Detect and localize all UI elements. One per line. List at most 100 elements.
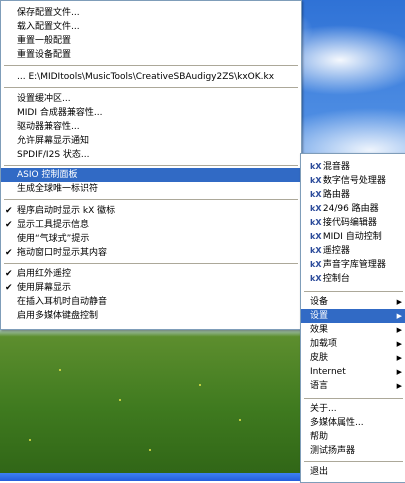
asio-control-panel-item[interactable]: ASIO 控制面板 (1, 168, 301, 182)
router-2496-item[interactable]: kX 24/96 路由器 (301, 202, 405, 216)
separator (304, 398, 403, 399)
separator (4, 165, 298, 166)
submenu-arrow-icon: ▶ (396, 326, 402, 334)
use-osd-item[interactable]: ✔ 使用屏幕显示 (1, 281, 301, 295)
addons-menu[interactable]: 加载项 ▶ (301, 337, 405, 351)
show-kx-logo-label: 程序启动时显示 kX 徽标 (17, 206, 116, 216)
settings-menu[interactable]: 设置 ▶ (301, 309, 405, 323)
save-config-item[interactable]: 保存配置文件... (1, 6, 301, 20)
dsp-item[interactable]: kX 数字信号处理器 (301, 174, 405, 188)
taskbar (0, 473, 300, 481)
recent-config-file-item[interactable]: ... E:\MIDItools\MusicTools\CreativeSBAu… (1, 70, 301, 84)
allow-osd-notify-item[interactable]: 允许屏幕显示通知 (1, 134, 301, 148)
console-item[interactable]: kX 控制台 (301, 272, 405, 286)
enable-ir-remote-label: 启用红外遥控 (17, 269, 72, 279)
multimedia-keyboard-label: 启用多媒体键盘控制 (17, 311, 99, 321)
driver-compat-item[interactable]: 驱动器兼容性... (1, 120, 301, 134)
separator (4, 199, 298, 200)
reset-general-config-item[interactable]: 重置一般配置 (1, 34, 301, 48)
separator (304, 291, 403, 292)
remote-control-item[interactable]: kX 遥控器 (301, 244, 405, 258)
checkmark-icon: ✔ (5, 220, 13, 230)
mixer-item[interactable]: kX 混音器 (301, 160, 405, 174)
checkmark-icon: ✔ (5, 206, 13, 216)
show-tooltips-label: 显示工具提示信息 (17, 220, 90, 230)
separator (4, 65, 298, 66)
kx-icon: kX (310, 260, 322, 269)
test-speakers-label: 测试扬声器 (310, 446, 356, 456)
skins-menu[interactable]: 皮肤 ▶ (301, 351, 405, 365)
balloon-tips-label: 使用“气球式”提示 (17, 234, 90, 244)
about-item[interactable]: 关于... (301, 402, 405, 416)
help-item[interactable]: 帮助 (301, 430, 405, 444)
language-menu[interactable]: 语言 ▶ (301, 379, 405, 393)
buffer-settings-item[interactable]: 设置缓冲区... (1, 92, 301, 106)
exit-item[interactable]: 退出 (301, 465, 405, 479)
internet-label: Internet (310, 367, 346, 377)
spdif-i2s-status-item[interactable]: SPDIF/I2S 状态... (1, 148, 301, 162)
generate-guid-label: 生成全球唯一标识符 (17, 184, 99, 194)
reset-device-config-item[interactable]: 重置设备配置 (1, 48, 301, 62)
submenu-arrow-icon: ▶ (396, 298, 402, 306)
code-editor-item[interactable]: kX 接代码编辑器 (301, 216, 405, 230)
kx-icon: kX (310, 190, 322, 199)
checkmark-icon: ✔ (5, 283, 13, 293)
show-tooltips-item[interactable]: ✔ 显示工具提示信息 (1, 218, 301, 232)
drag-show-contents-label: 拖动窗口时显示其内容 (17, 248, 108, 258)
driver-compat-label: 驱动器兼容性... (17, 122, 80, 132)
submenu-arrow-icon: ▶ (396, 382, 402, 390)
save-config-label: 保存配置文件... (17, 8, 80, 18)
checkmark-icon: ✔ (5, 248, 13, 258)
separator (304, 461, 403, 462)
test-speakers-item[interactable]: 测试扬声器 (301, 444, 405, 458)
balloon-tips-item[interactable]: 使用“气球式”提示 (1, 232, 301, 246)
about-label: 关于... (310, 404, 337, 414)
recent-config-file-label: ... E:\MIDItools\MusicTools\CreativeSBAu… (17, 72, 275, 82)
kx-icon: kX (310, 162, 322, 171)
submenu-arrow-icon: ▶ (396, 340, 402, 348)
separator (4, 87, 298, 88)
effects-menu[interactable]: 效果 ▶ (301, 323, 405, 337)
allow-osd-notify-label: 允许屏幕显示通知 (17, 136, 90, 146)
multimedia-properties-item[interactable]: 多媒体属性... (301, 416, 405, 430)
kx-icon: kX (310, 218, 322, 227)
soundfont-manager-item[interactable]: kX 声音字库管理器 (301, 258, 405, 272)
drag-show-contents-item[interactable]: ✔ 拖动窗口时显示其内容 (1, 246, 301, 260)
submenu-arrow-icon: ▶ (396, 354, 402, 362)
devices-menu[interactable]: 设备 ▶ (301, 295, 405, 309)
midi-synth-compat-item[interactable]: MIDI 合成器兼容性... (1, 106, 301, 120)
console-label: 控制台 (322, 274, 350, 284)
separator (4, 263, 298, 264)
settings-submenu: 保存配置文件... 载入配置文件... 重置一般配置 重置设备配置 ... E:… (0, 0, 302, 330)
submenu-arrow-icon: ▶ (396, 312, 402, 320)
auto-mute-headphones-item[interactable]: 在插入耳机时自动静音 (1, 295, 301, 309)
auto-mute-headphones-label: 在插入耳机时自动静音 (17, 297, 108, 307)
kx-icon: kX (310, 176, 322, 185)
midi-automation-item[interactable]: kX MIDI 自动控制 (301, 230, 405, 244)
internet-menu[interactable]: Internet ▶ (301, 365, 405, 379)
wallpaper-flowers (0, 330, 300, 481)
show-kx-logo-item[interactable]: ✔ 程序启动时显示 kX 徽标 (1, 204, 301, 218)
enable-ir-remote-item[interactable]: ✔ 启用红外遥控 (1, 267, 301, 281)
dsp-label: 数字信号处理器 (322, 176, 386, 186)
load-config-item[interactable]: 载入配置文件... (1, 20, 301, 34)
kx-icon: kX (310, 204, 322, 213)
exit-label: 退出 (310, 467, 329, 477)
help-label: 帮助 (310, 432, 329, 442)
midi-automation-label: MIDI 自动控制 (322, 232, 382, 242)
router-label: 路由器 (322, 190, 350, 200)
mixer-label: 混音器 (322, 162, 350, 172)
kx-icon: kX (310, 246, 322, 255)
generate-guid-item[interactable]: 生成全球唯一标识符 (1, 182, 301, 196)
devices-label: 设备 (310, 297, 329, 307)
spdif-i2s-status-label: SPDIF/I2S 状态... (17, 150, 90, 160)
effects-label: 效果 (310, 325, 329, 335)
router-2496-label: 24/96 路由器 (322, 204, 379, 214)
load-config-label: 载入配置文件... (17, 22, 80, 32)
multimedia-properties-label: 多媒体属性... (310, 418, 364, 428)
multimedia-keyboard-item[interactable]: 启用多媒体键盘控制 (1, 309, 301, 323)
router-item[interactable]: kX 路由器 (301, 188, 405, 202)
kx-icon: kX (310, 232, 322, 241)
remote-control-label: 遥控器 (322, 246, 350, 256)
midi-synth-compat-label: MIDI 合成器兼容性... (17, 108, 103, 118)
